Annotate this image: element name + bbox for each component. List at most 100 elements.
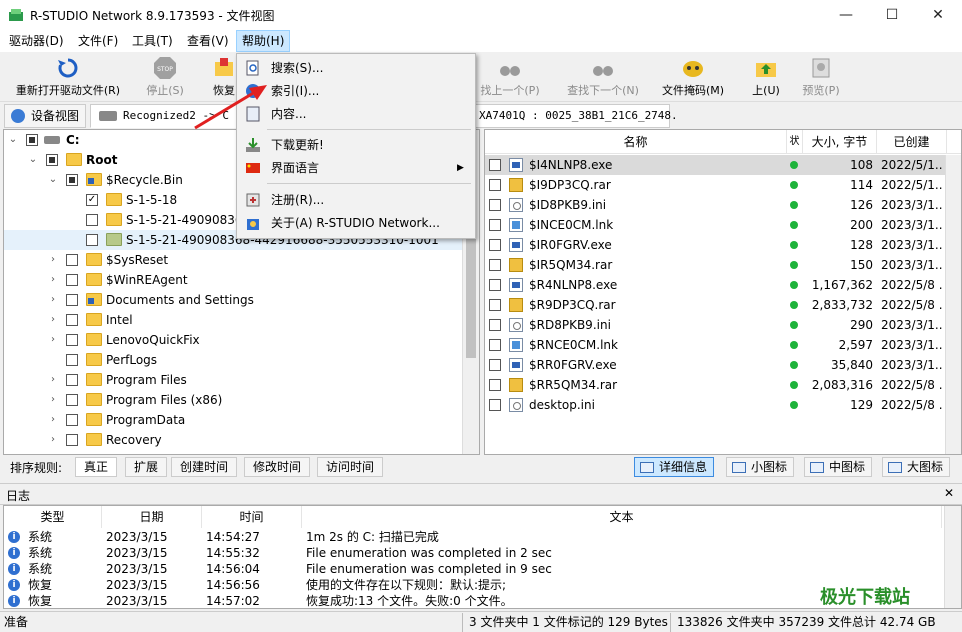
checkbox[interactable]	[66, 174, 78, 186]
find-previous-button[interactable]: 找上一个(P)	[470, 54, 550, 100]
chevron-right-icon[interactable]: ›	[48, 390, 58, 410]
checkbox[interactable]	[66, 314, 78, 326]
tree-row[interactable]: › Recovery	[4, 430, 464, 450]
checkbox[interactable]	[86, 234, 98, 246]
checkbox[interactable]	[489, 339, 501, 351]
tree-row[interactable]: › $WinREAgent	[4, 270, 464, 290]
log-column-time[interactable]: 时间	[202, 506, 302, 528]
file-row[interactable]: $I4NLNP8.exe 108 2022/5/1...	[485, 155, 961, 175]
file-row[interactable]: $INCE0CM.lnk 200 2023/3/1...	[485, 215, 961, 235]
tab-device-view[interactable]: 设备视图	[4, 104, 87, 128]
reopen-drive-button[interactable]: 重新打开驱动文件(R)	[8, 54, 128, 100]
chevron-right-icon[interactable]: ›	[48, 330, 58, 350]
checkbox[interactable]	[489, 219, 501, 231]
preview-button[interactable]: 预览(P)	[798, 54, 844, 100]
tree-row[interactable]: › Intel	[4, 310, 464, 330]
tree-row[interactable]: PerfLogs	[4, 350, 464, 370]
chevron-right-icon[interactable]: ›	[48, 410, 58, 430]
view-medium-icons-button[interactable]: 中图标	[804, 457, 873, 477]
checkbox[interactable]	[489, 159, 501, 171]
sort-tab-created[interactable]: 创建时间	[171, 457, 238, 477]
menu-view[interactable]: 查看(V)	[182, 30, 234, 52]
checkbox[interactable]	[489, 359, 501, 371]
tree-row[interactable]: › LenovoQuickFix	[4, 330, 464, 350]
menu-item-search[interactable]: 搜索(S)...	[239, 57, 473, 79]
file-row[interactable]: $R4NLNP8.exe 1,167,362 2022/5/8 ...	[485, 275, 961, 295]
log-close-button[interactable]: ✕	[944, 486, 954, 500]
checkbox[interactable]	[66, 374, 78, 386]
chevron-right-icon[interactable]: ›	[48, 250, 58, 270]
file-row[interactable]: $RR0FGRV.exe 35,840 2023/3/1...	[485, 355, 961, 375]
checkbox[interactable]	[489, 259, 501, 271]
file-mask-button[interactable]: 文件掩码(M)	[658, 54, 728, 100]
file-row[interactable]: $IR0FGRV.exe 128 2023/3/1...	[485, 235, 961, 255]
checkbox[interactable]	[489, 199, 501, 211]
log-row[interactable]: i 恢复 2023/3/15 14:56:56 使用的文件存在以下规则：默认:提示;	[4, 577, 944, 593]
menu-item-language[interactable]: 界面语言 ▶	[239, 157, 473, 179]
checkbox[interactable]	[66, 274, 78, 286]
menu-item-about[interactable]: 关于(A) R-STUDIO Network...	[239, 212, 473, 234]
column-name[interactable]: 名称	[485, 130, 787, 154]
checkbox[interactable]	[66, 254, 78, 266]
log-column-type[interactable]: 类型	[4, 506, 102, 528]
checkbox[interactable]	[489, 179, 501, 191]
minimize-button[interactable]: —	[823, 0, 869, 30]
menu-help[interactable]: 帮助(H)	[236, 30, 291, 52]
checkbox[interactable]	[66, 394, 78, 406]
checkbox[interactable]	[489, 399, 501, 411]
find-next-button[interactable]: 查找下一个(N)	[562, 54, 644, 100]
log-column-date[interactable]: 日期	[102, 506, 202, 528]
checkbox[interactable]	[66, 294, 78, 306]
close-button[interactable]: ✕	[915, 0, 961, 30]
checkbox[interactable]	[66, 354, 78, 366]
sort-tab-modified[interactable]: 修改时间	[244, 457, 311, 477]
file-row[interactable]: $R9DP3CQ.rar 2,833,732 2022/5/8 ...	[485, 295, 961, 315]
sort-tab-accessed[interactable]: 访问时间	[317, 457, 384, 477]
checkbox[interactable]	[489, 379, 501, 391]
log-row[interactable]: i 系统 2023/3/15 14:55:32 File enumeration was…	[4, 545, 944, 561]
tree-row[interactable]: › Program Files (x86)	[4, 390, 464, 410]
file-row[interactable]: $RR5QM34.rar 2,083,316 2022/5/8 ...	[485, 375, 961, 395]
view-small-icons-button[interactable]: 小图标	[726, 457, 795, 477]
column-state[interactable]: 状	[787, 130, 803, 154]
chevron-right-icon[interactable]: ›	[48, 290, 58, 310]
chevron-down-icon[interactable]: ⌄	[28, 150, 38, 170]
checkbox[interactable]	[489, 319, 501, 331]
menu-item-contents[interactable]: 内容...	[239, 103, 473, 125]
log-column-text[interactable]: 文本	[302, 506, 942, 528]
tree-row[interactable]: › Program Files	[4, 370, 464, 390]
menu-tools[interactable]: 工具(T)	[127, 30, 178, 52]
chevron-right-icon[interactable]: ›	[48, 370, 58, 390]
tree-row[interactable]: › ProgramData	[4, 410, 464, 430]
menu-item-register[interactable]: 注册(R)...	[239, 189, 473, 211]
checkbox[interactable]	[489, 239, 501, 251]
log-row[interactable]: i 恢复 2023/3/15 14:57:02 恢复成功:13 个文件。失败:0 个文件…	[4, 593, 944, 608]
menu-item-index[interactable]: ? 索引(I)...	[239, 80, 473, 102]
file-list-scrollbar[interactable]	[945, 155, 961, 454]
tree-row[interactable]: › Documents and Settings	[4, 290, 464, 310]
column-created[interactable]: 已创建	[877, 130, 947, 154]
sort-tab-extension[interactable]: 扩展	[125, 457, 168, 477]
view-large-icons-button[interactable]: 大图标	[882, 457, 951, 477]
chevron-right-icon[interactable]: ›	[48, 430, 58, 450]
log-scrollbar[interactable]	[944, 506, 961, 608]
menu-file[interactable]: 文件(F)	[73, 30, 123, 52]
menu-drives[interactable]: 驱动器(D)	[4, 30, 69, 52]
file-row[interactable]: $IR5QM34.rar 150 2023/3/1...	[485, 255, 961, 275]
checkbox[interactable]	[86, 214, 98, 226]
log-row[interactable]: i 系统 2023/3/15 14:54:27 1m 2s 的 C: 扫描已完成	[4, 529, 944, 545]
file-row[interactable]: $RNCE0CM.lnk 2,597 2023/3/1...	[485, 335, 961, 355]
chevron-right-icon[interactable]: ›	[48, 310, 58, 330]
file-row[interactable]: $ID8PKB9.ini 126 2023/3/1...	[485, 195, 961, 215]
maximize-button[interactable]: ☐	[869, 0, 915, 30]
tree-row[interactable]: › $SysReset	[4, 250, 464, 270]
checkbox[interactable]: ✓	[86, 194, 98, 206]
checkbox[interactable]	[26, 134, 38, 146]
log-row[interactable]: i 系统 2023/3/15 14:56:04 File enumeration was…	[4, 561, 944, 577]
sort-tab-real[interactable]: 真正	[75, 457, 118, 477]
file-row[interactable]: $RD8PKB9.ini 290 2023/3/1...	[485, 315, 961, 335]
checkbox[interactable]	[46, 154, 58, 166]
chevron-down-icon[interactable]: ⌄	[48, 170, 58, 190]
checkbox[interactable]	[489, 279, 501, 291]
chevron-right-icon[interactable]: ›	[48, 270, 58, 290]
